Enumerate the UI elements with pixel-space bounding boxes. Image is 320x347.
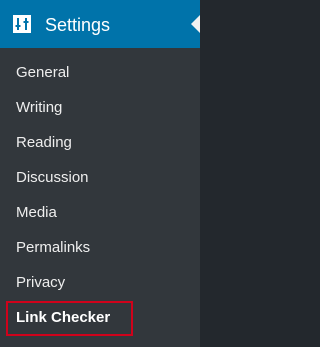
submenu-item-media[interactable]: Media: [0, 195, 200, 230]
submenu-item-writing[interactable]: Writing: [0, 90, 200, 125]
settings-menu-header[interactable]: Settings: [0, 0, 200, 48]
submenu-item-discussion[interactable]: Discussion: [0, 160, 200, 195]
submenu-item-general[interactable]: General: [0, 55, 200, 90]
submenu-item-link-checker[interactable]: Link Checker: [0, 300, 200, 335]
current-menu-pointer: [191, 15, 200, 33]
submenu-item-reading[interactable]: Reading: [0, 125, 200, 160]
submenu-item-permalinks[interactable]: Permalinks: [0, 230, 200, 265]
settings-menu: Settings General Writing Reading Discuss…: [0, 0, 200, 347]
settings-menu-label: Settings: [45, 15, 111, 35]
settings-sliders-icon: [12, 14, 32, 34]
settings-submenu: General Writing Reading Discussion Media…: [0, 48, 200, 347]
submenu-item-privacy[interactable]: Privacy: [0, 265, 200, 300]
